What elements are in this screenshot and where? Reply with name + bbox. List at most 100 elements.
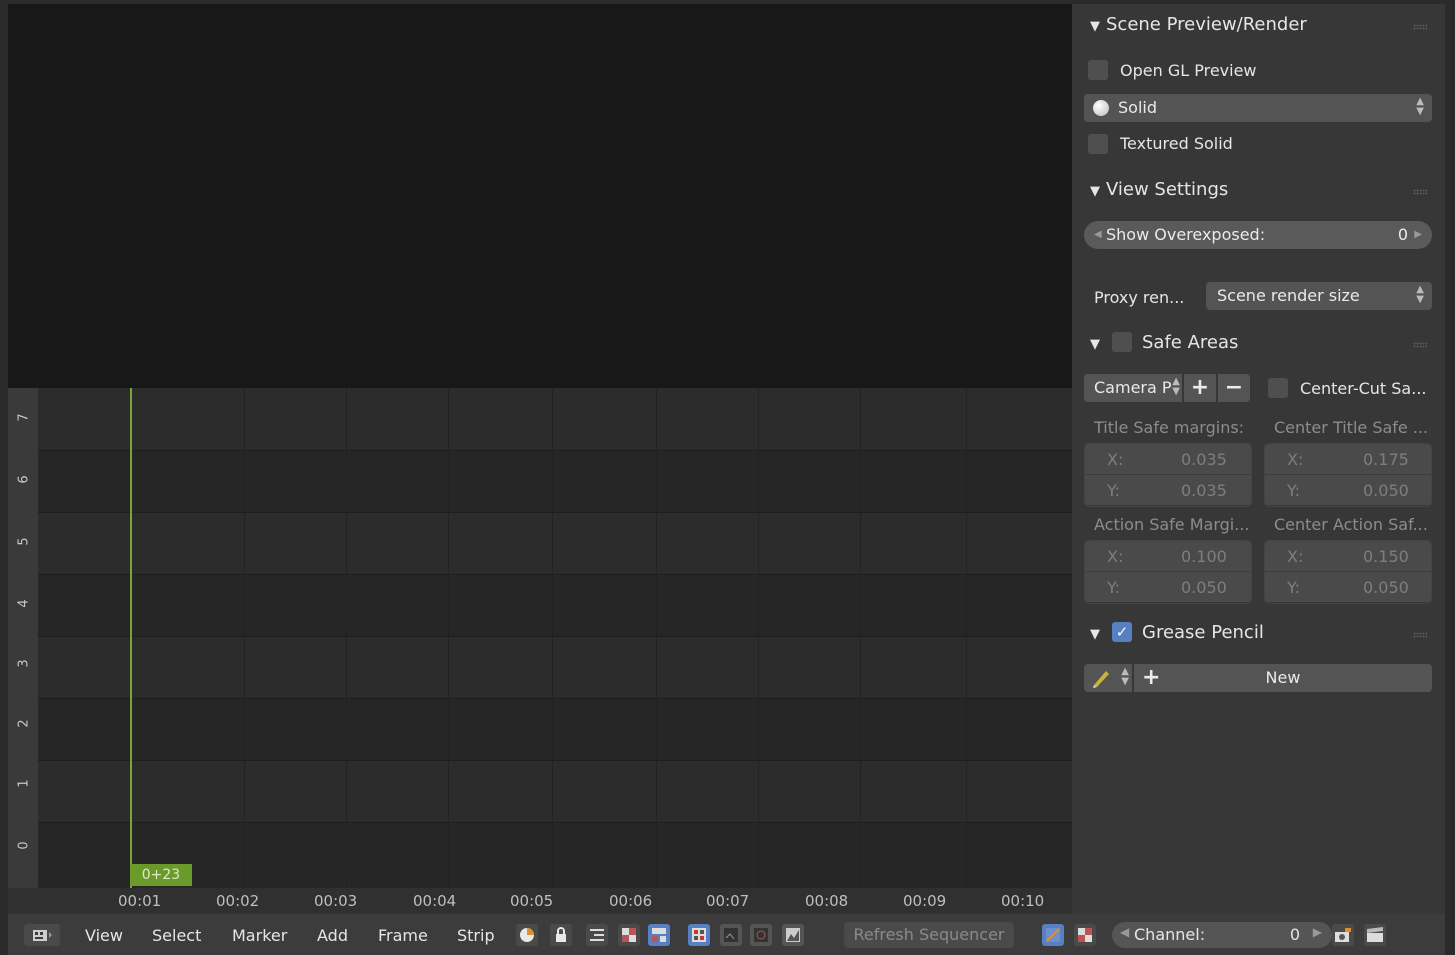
lock-icon[interactable]	[550, 924, 572, 946]
y-value: 0.035	[1181, 481, 1227, 500]
center-title-safe-x-field[interactable]: X: 0.175	[1265, 444, 1431, 475]
timeline-tick: 00:04	[413, 892, 457, 910]
refresh-sequencer-button[interactable]: Refresh Sequencer	[844, 922, 1014, 948]
render-pie-icon[interactable]	[516, 924, 538, 946]
menu-marker[interactable]: Marker	[232, 926, 287, 945]
timeline-tick: 00:07	[706, 892, 750, 910]
section-title: View Settings	[1106, 179, 1229, 200]
sequencer-preview-area[interactable]	[8, 4, 1072, 388]
pencil-icon	[1093, 671, 1109, 688]
opengl-preview-checkbox[interactable]	[1088, 60, 1108, 80]
add-preset-button[interactable]: +	[1184, 374, 1216, 402]
drag-handle-icon[interactable]	[1413, 189, 1427, 195]
drag-handle-icon[interactable]	[1413, 632, 1427, 638]
expand-triangle-icon[interactable]: ▼	[1090, 19, 1100, 34]
show-overexposed-value: 0	[1397, 225, 1408, 244]
proxy-render-value: Scene render size	[1217, 286, 1360, 305]
section-header-view-settings[interactable]: ▼ View Settings	[1090, 179, 1228, 200]
channel-label: 6	[16, 475, 32, 484]
clapper-icon[interactable]	[1364, 924, 1386, 946]
channel-field[interactable]: ◀ Channel: 0 ▶	[1112, 922, 1332, 948]
channel-value: 0	[1289, 925, 1300, 944]
playhead[interactable]	[130, 388, 132, 888]
expand-triangle-icon[interactable]: ▼	[1090, 627, 1100, 642]
channel-label: 0	[16, 841, 32, 850]
timeline-ruler[interactable]: 00:01 00:02 00:03 00:04 00:05 00:06 00:0…	[8, 888, 1072, 914]
timeline-tick: 00:01	[118, 892, 162, 910]
center-title-safe-y-field[interactable]: Y: 0.050	[1265, 475, 1431, 505]
checkmark-icon: ✓	[1115, 623, 1129, 641]
new-label: New	[1265, 668, 1301, 687]
sequencer-strips-area[interactable]: 7 6 5 4 3 2 1 0 0+23	[8, 388, 1072, 888]
channel-label: 3	[16, 659, 32, 668]
chevron-left-icon[interactable]: ◀	[1120, 925, 1129, 939]
histogram-display-icon[interactable]	[782, 924, 804, 946]
timeline-tick: 00:09	[903, 892, 947, 910]
center-action-safe-fields: X: 0.150 Y: 0.050	[1264, 540, 1432, 604]
expand-triangle-icon[interactable]: ▼	[1090, 184, 1100, 199]
section-header-scene-preview[interactable]: ▼ Scene Preview/Render	[1090, 14, 1307, 35]
solid-shading-icon	[1093, 100, 1109, 116]
sequencer-view-icon[interactable]	[586, 924, 608, 946]
safe-areas-checkbox[interactable]	[1112, 332, 1132, 352]
chevron-right-icon[interactable]: ▶	[1313, 925, 1322, 939]
timeline-tick: 00:08	[805, 892, 849, 910]
x-label: X:	[1107, 547, 1124, 566]
title-safe-fields: X: 0.035 Y: 0.035	[1084, 443, 1252, 507]
y-label: Y:	[1107, 481, 1121, 500]
proxy-render-dropdown[interactable]: Scene render size ▲ ▼	[1206, 282, 1432, 310]
section-header-safe-areas[interactable]: ▼	[1090, 332, 1106, 353]
camera-clip-icon[interactable]	[1332, 924, 1354, 946]
vectorscope-display-icon[interactable]	[750, 924, 772, 946]
show-overexposed-label: Show Overexposed:	[1106, 225, 1266, 244]
menu-strip[interactable]: Strip	[457, 926, 495, 945]
preview-view-icon[interactable]	[618, 924, 640, 946]
menu-select[interactable]: Select	[152, 926, 201, 945]
timeline-tick: 00:10	[1001, 892, 1045, 910]
sequencer-preview-view-icon[interactable]	[648, 924, 670, 946]
y-value: 0.050	[1363, 481, 1409, 500]
chevron-left-icon[interactable]: ◀	[1094, 221, 1102, 249]
remove-preset-button[interactable]: −	[1218, 374, 1250, 402]
safe-areas-preset-dropdown[interactable]: Camera P ▲ ▼	[1084, 374, 1182, 402]
image-display-icon[interactable]	[688, 924, 710, 946]
plus-icon: +	[1190, 375, 1210, 400]
grease-pencil-browse-button[interactable]: ▲ ▼	[1084, 664, 1132, 692]
drag-handle-icon[interactable]	[1413, 24, 1427, 30]
channel-label: 5	[16, 537, 32, 546]
textured-solid-checkbox[interactable]	[1088, 134, 1108, 154]
menu-view[interactable]: View	[85, 926, 123, 945]
menu-frame[interactable]: Frame	[378, 926, 428, 945]
textured-solid-label: Textured Solid	[1120, 134, 1233, 153]
menu-add[interactable]: Add	[317, 926, 348, 945]
timeline-tick: 00:06	[609, 892, 653, 910]
chevron-right-icon[interactable]: ▶	[1414, 221, 1422, 249]
overlay-toggle-icon[interactable]	[1042, 924, 1064, 946]
center-cut-checkbox[interactable]	[1268, 378, 1288, 398]
show-overexposed-field[interactable]: ◀ Show Overexposed: 0 ▶	[1084, 221, 1432, 249]
section-header-grease-pencil[interactable]: ▼	[1090, 622, 1106, 643]
proxy-render-label: Proxy ren...	[1094, 288, 1185, 307]
proxy-toggle-icon[interactable]	[1074, 924, 1096, 946]
title-safe-y-field[interactable]: Y: 0.035	[1085, 475, 1251, 505]
y-value: 0.050	[1181, 578, 1227, 597]
center-action-safe-y-field[interactable]: Y: 0.050	[1265, 572, 1431, 602]
spinner-arrows-icon: ▲ ▼	[1172, 376, 1180, 397]
timeline-tick: 00:05	[510, 892, 554, 910]
y-label: Y:	[1107, 578, 1121, 597]
drag-handle-icon[interactable]	[1413, 342, 1427, 348]
timeline-tick: 00:03	[314, 892, 358, 910]
title-safe-x-field[interactable]: X: 0.035	[1085, 444, 1251, 475]
grease-pencil-checkbox[interactable]: ✓	[1112, 622, 1132, 642]
shading-dropdown[interactable]: Solid ▲ ▼	[1084, 94, 1432, 122]
grease-pencil-new-button[interactable]: + New	[1134, 664, 1432, 692]
expand-triangle-icon[interactable]: ▼	[1090, 337, 1100, 352]
editor-type-icon[interactable]	[24, 924, 60, 946]
opengl-preview-label: Open GL Preview	[1120, 61, 1257, 80]
waveform-display-icon[interactable]	[720, 924, 742, 946]
center-action-safe-x-field[interactable]: X: 0.150	[1265, 541, 1431, 572]
center-title-safe-fields: X: 0.175 Y: 0.050	[1264, 443, 1432, 507]
action-safe-x-field[interactable]: X: 0.100	[1085, 541, 1251, 572]
sequencer-header: View Select Marker Add Frame Strip Refre…	[8, 914, 1445, 955]
action-safe-y-field[interactable]: Y: 0.050	[1085, 572, 1251, 602]
